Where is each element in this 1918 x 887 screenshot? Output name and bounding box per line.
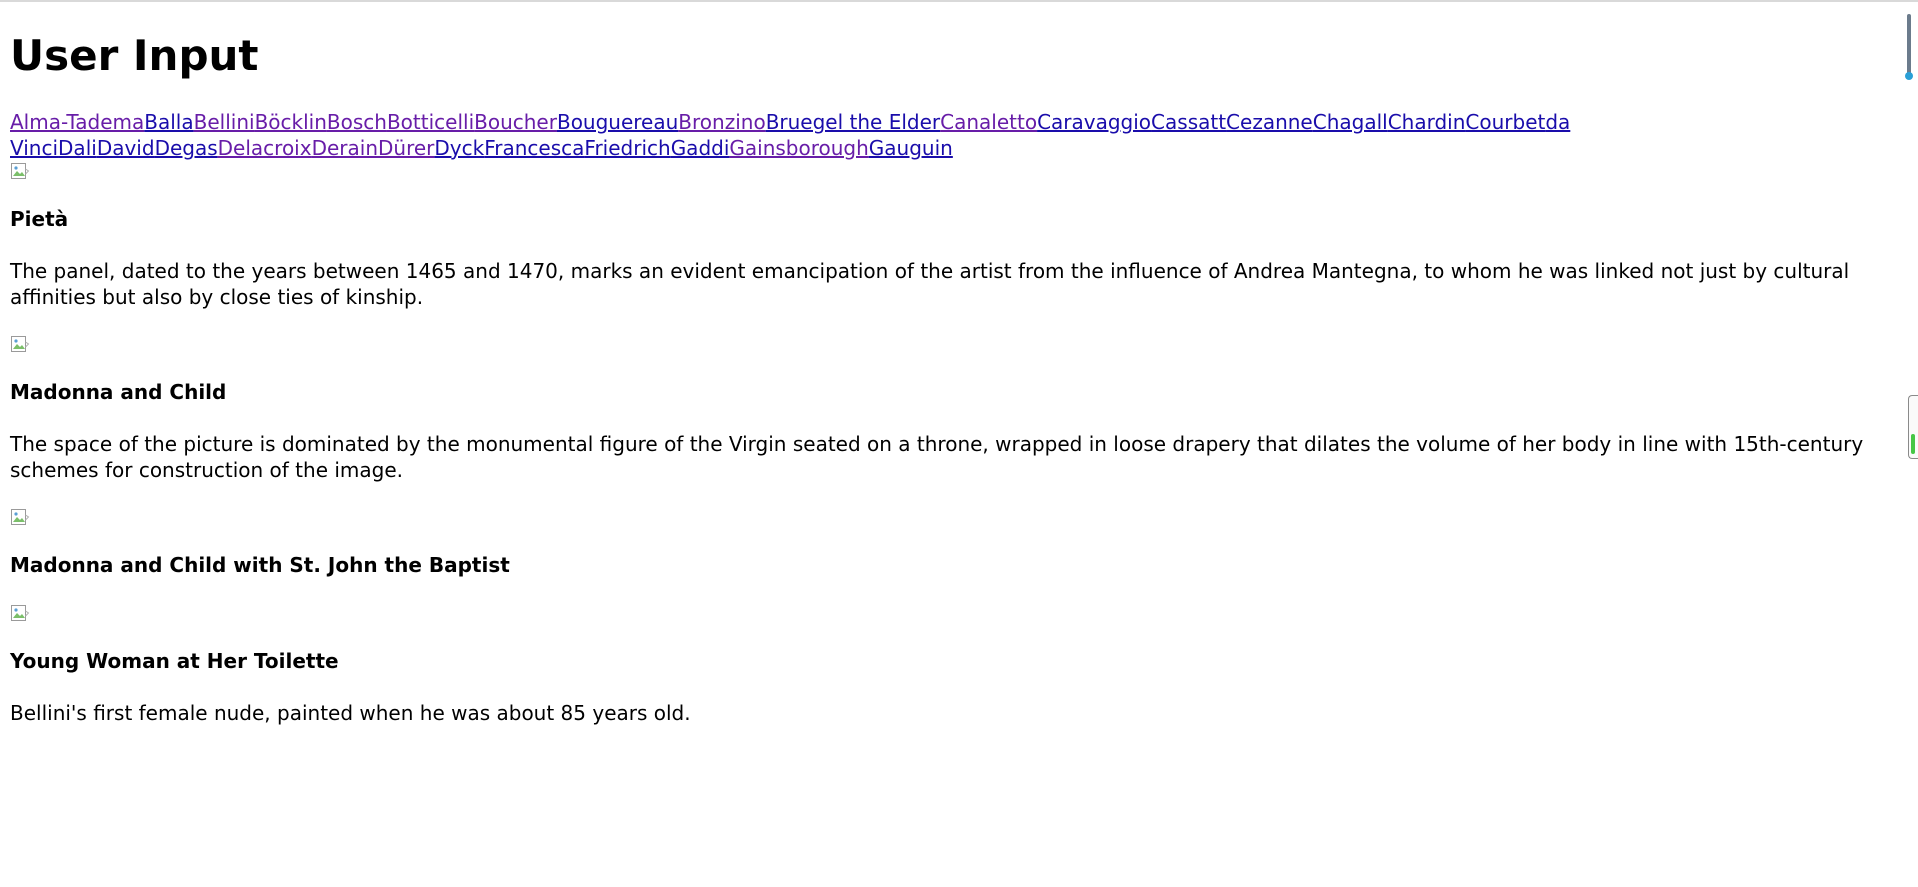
thermometer-tube [1907, 14, 1911, 76]
artist-link[interactable]: Boucher [474, 110, 557, 134]
broken-image-icon [10, 508, 30, 528]
artist-link[interactable]: Caravaggio [1037, 110, 1151, 134]
painting-title: Madonna and Child with St. John the Bapt… [10, 553, 510, 577]
painting-entry: Madonna and Child with St. John the Bapt… [10, 508, 1900, 604]
page-title: User Input [10, 31, 259, 80]
broken-image-icon [10, 162, 30, 182]
artist-link[interactable]: Bellini [194, 110, 255, 134]
artist-link[interactable]: Bosch [327, 110, 387, 134]
artist-link[interactable]: Böcklin [255, 110, 327, 134]
painting-list: Pietà The panel, dated to the years betwe… [10, 162, 1900, 751]
artist-link[interactable]: Delacroix [218, 136, 312, 160]
painting-title: Pietà [10, 207, 69, 231]
artist-link[interactable]: Francesca [484, 136, 584, 160]
entry-spacer [10, 483, 1900, 508]
artist-link[interactable]: Gauguin [869, 136, 953, 160]
artist-link[interactable]: Botticelli [387, 110, 474, 134]
entry-spacer [10, 726, 1900, 751]
painting-description: The space of the picture is dominated by… [10, 432, 1864, 482]
painting-entry: Pietà The panel, dated to the years betwe… [10, 162, 1900, 335]
side-scroll-slider-fill [1911, 434, 1915, 454]
artist-link[interactable]: Friedrich [584, 136, 670, 160]
broken-image-icon [10, 604, 30, 624]
artist-link[interactable]: Gainsborough [729, 136, 868, 160]
artist-link[interactable]: Bronzino [678, 110, 765, 134]
artist-link[interactable]: Degas [155, 136, 218, 160]
artist-link[interactable]: Chagall [1313, 110, 1388, 134]
artist-link[interactable]: Derain [312, 136, 378, 160]
artist-link[interactable]: Courbet [1465, 110, 1545, 134]
artist-link[interactable]: Dali [58, 136, 97, 160]
artist-link[interactable]: Bouguereau [557, 110, 678, 134]
artist-link[interactable]: Cassatt [1151, 110, 1226, 134]
broken-image-icon [10, 335, 30, 355]
artist-link[interactable]: Canaletto [940, 110, 1037, 134]
painting-description: Bellini's first female nude, painted whe… [10, 701, 691, 725]
side-scroll-slider[interactable] [1908, 395, 1918, 459]
painting-title: Madonna and Child [10, 380, 227, 404]
thermometer-bulb [1905, 72, 1913, 80]
artist-link[interactable]: Bruegel the Elder [766, 110, 940, 134]
artist-link[interactable]: Dyck [434, 136, 484, 160]
painting-entry: Young Woman at Her Toilette Bellini's fir… [10, 604, 1900, 751]
artist-link[interactable]: David [97, 136, 155, 160]
artist-link-bar: Alma-TademaBallaBelliniBöcklinBoschBotti… [10, 109, 1900, 161]
artist-link[interactable]: Balla [144, 110, 193, 134]
window-top-border [0, 0, 1918, 2]
artist-link[interactable]: Cezanne [1226, 110, 1313, 134]
artist-link[interactable]: Chardin [1388, 110, 1466, 134]
artist-link[interactable]: Gaddi [671, 136, 730, 160]
entry-spacer [10, 578, 1900, 604]
painting-entry: Madonna and Child The space of the pictur… [10, 335, 1900, 508]
painting-description: The panel, dated to the years between 14… [10, 259, 1850, 309]
painting-title: Young Woman at Her Toilette [10, 649, 339, 673]
artist-link[interactable]: Alma-Tadema [10, 110, 144, 134]
thermometer-icon [1905, 14, 1913, 84]
entry-spacer [10, 310, 1900, 335]
artist-link[interactable]: Dürer [378, 136, 434, 160]
